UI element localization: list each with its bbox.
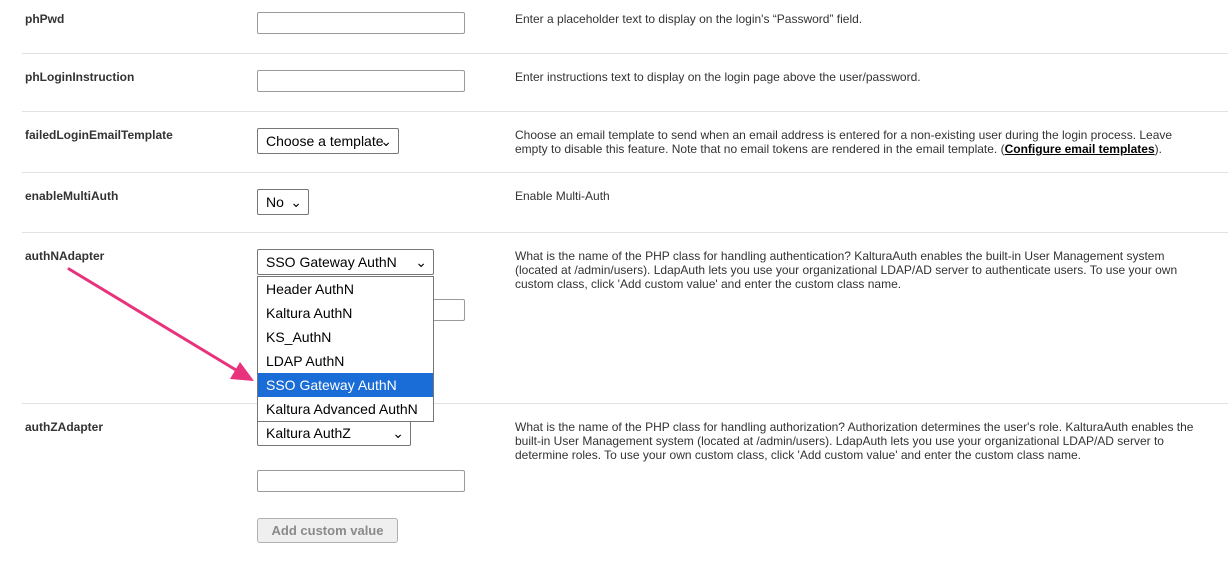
dropdown-option[interactable]: KS_AuthN: [258, 325, 433, 349]
phPwd-input[interactable]: [257, 12, 465, 34]
authn-adapter-select[interactable]: SSO Gateway AuthN ⌄: [257, 249, 434, 275]
setting-label: authZAdapter: [25, 420, 103, 434]
dropdown-option[interactable]: LDAP AuthN: [258, 349, 433, 373]
setting-description: What is the name of the PHP class for ha…: [515, 249, 1178, 291]
setting-description: Enable Multi-Auth: [515, 189, 610, 203]
setting-label: enableMultiAuth: [25, 189, 119, 203]
add-custom-value-button[interactable]: Add custom value: [257, 518, 398, 543]
chevron-down-icon: ⌄: [415, 254, 427, 270]
setting-label: failedLoginEmailTemplate: [25, 128, 173, 142]
phLoginInstruction-input[interactable]: [257, 70, 465, 92]
select-value: No: [266, 194, 284, 210]
setting-label: phPwd: [25, 12, 65, 26]
setting-description: What is the name of the PHP class for ha…: [515, 420, 1194, 462]
setting-label: authNAdapter: [25, 249, 105, 263]
setting-row-phLoginInstruction: phLoginInstruction Enter instructions te…: [22, 54, 1228, 111]
setting-row-enableMultiAuth: enableMultiAuth No ⌄ Enable Multi-Auth: [22, 173, 1228, 232]
setting-row-phPwd: phPwd Enter a placeholder text to displa…: [22, 0, 1228, 53]
description-text-end: ).: [1154, 142, 1162, 156]
dropdown-option[interactable]: Kaltura Advanced AuthN: [258, 397, 433, 421]
select-value: Choose a template: [266, 133, 384, 149]
authz-adapter-select[interactable]: Kaltura AuthZ ⌄: [257, 420, 411, 446]
chevron-down-icon: ⌄: [392, 425, 404, 441]
setting-row-authZAdapter: authZAdapter Kaltura AuthZ ⌄ What is the…: [22, 404, 1228, 571]
setting-description: Enter a placeholder text to display on t…: [515, 12, 863, 26]
email-template-select[interactable]: Choose a template ⌄: [257, 128, 399, 154]
authn-adapter-dropdown[interactable]: Header AuthN Kaltura AuthN KS_AuthN LDAP…: [257, 276, 434, 422]
setting-row-failedLoginEmailTemplate: failedLoginEmailTemplate Choose a templa…: [22, 112, 1228, 172]
authz-custom-value-input[interactable]: [257, 470, 465, 492]
configure-email-templates-link[interactable]: Configure email templates: [1005, 142, 1155, 156]
dropdown-option-selected[interactable]: SSO Gateway AuthN: [258, 373, 433, 397]
select-value: SSO Gateway AuthN: [266, 254, 397, 270]
setting-label: phLoginInstruction: [25, 70, 135, 84]
setting-description: Enter instructions text to display on th…: [515, 70, 921, 84]
multi-auth-select[interactable]: No ⌄: [257, 189, 309, 215]
dropdown-option[interactable]: Kaltura AuthN: [258, 301, 433, 325]
dropdown-option[interactable]: Header AuthN: [258, 277, 433, 301]
chevron-down-icon: ⌄: [380, 133, 392, 149]
select-value: Kaltura AuthZ: [266, 425, 351, 441]
setting-description: Choose an email template to send when an…: [515, 128, 1195, 156]
chevron-down-icon: ⌄: [290, 194, 302, 210]
setting-row-authNAdapter: authNAdapter SSO Gateway AuthN ⌄ What is…: [22, 233, 1228, 403]
